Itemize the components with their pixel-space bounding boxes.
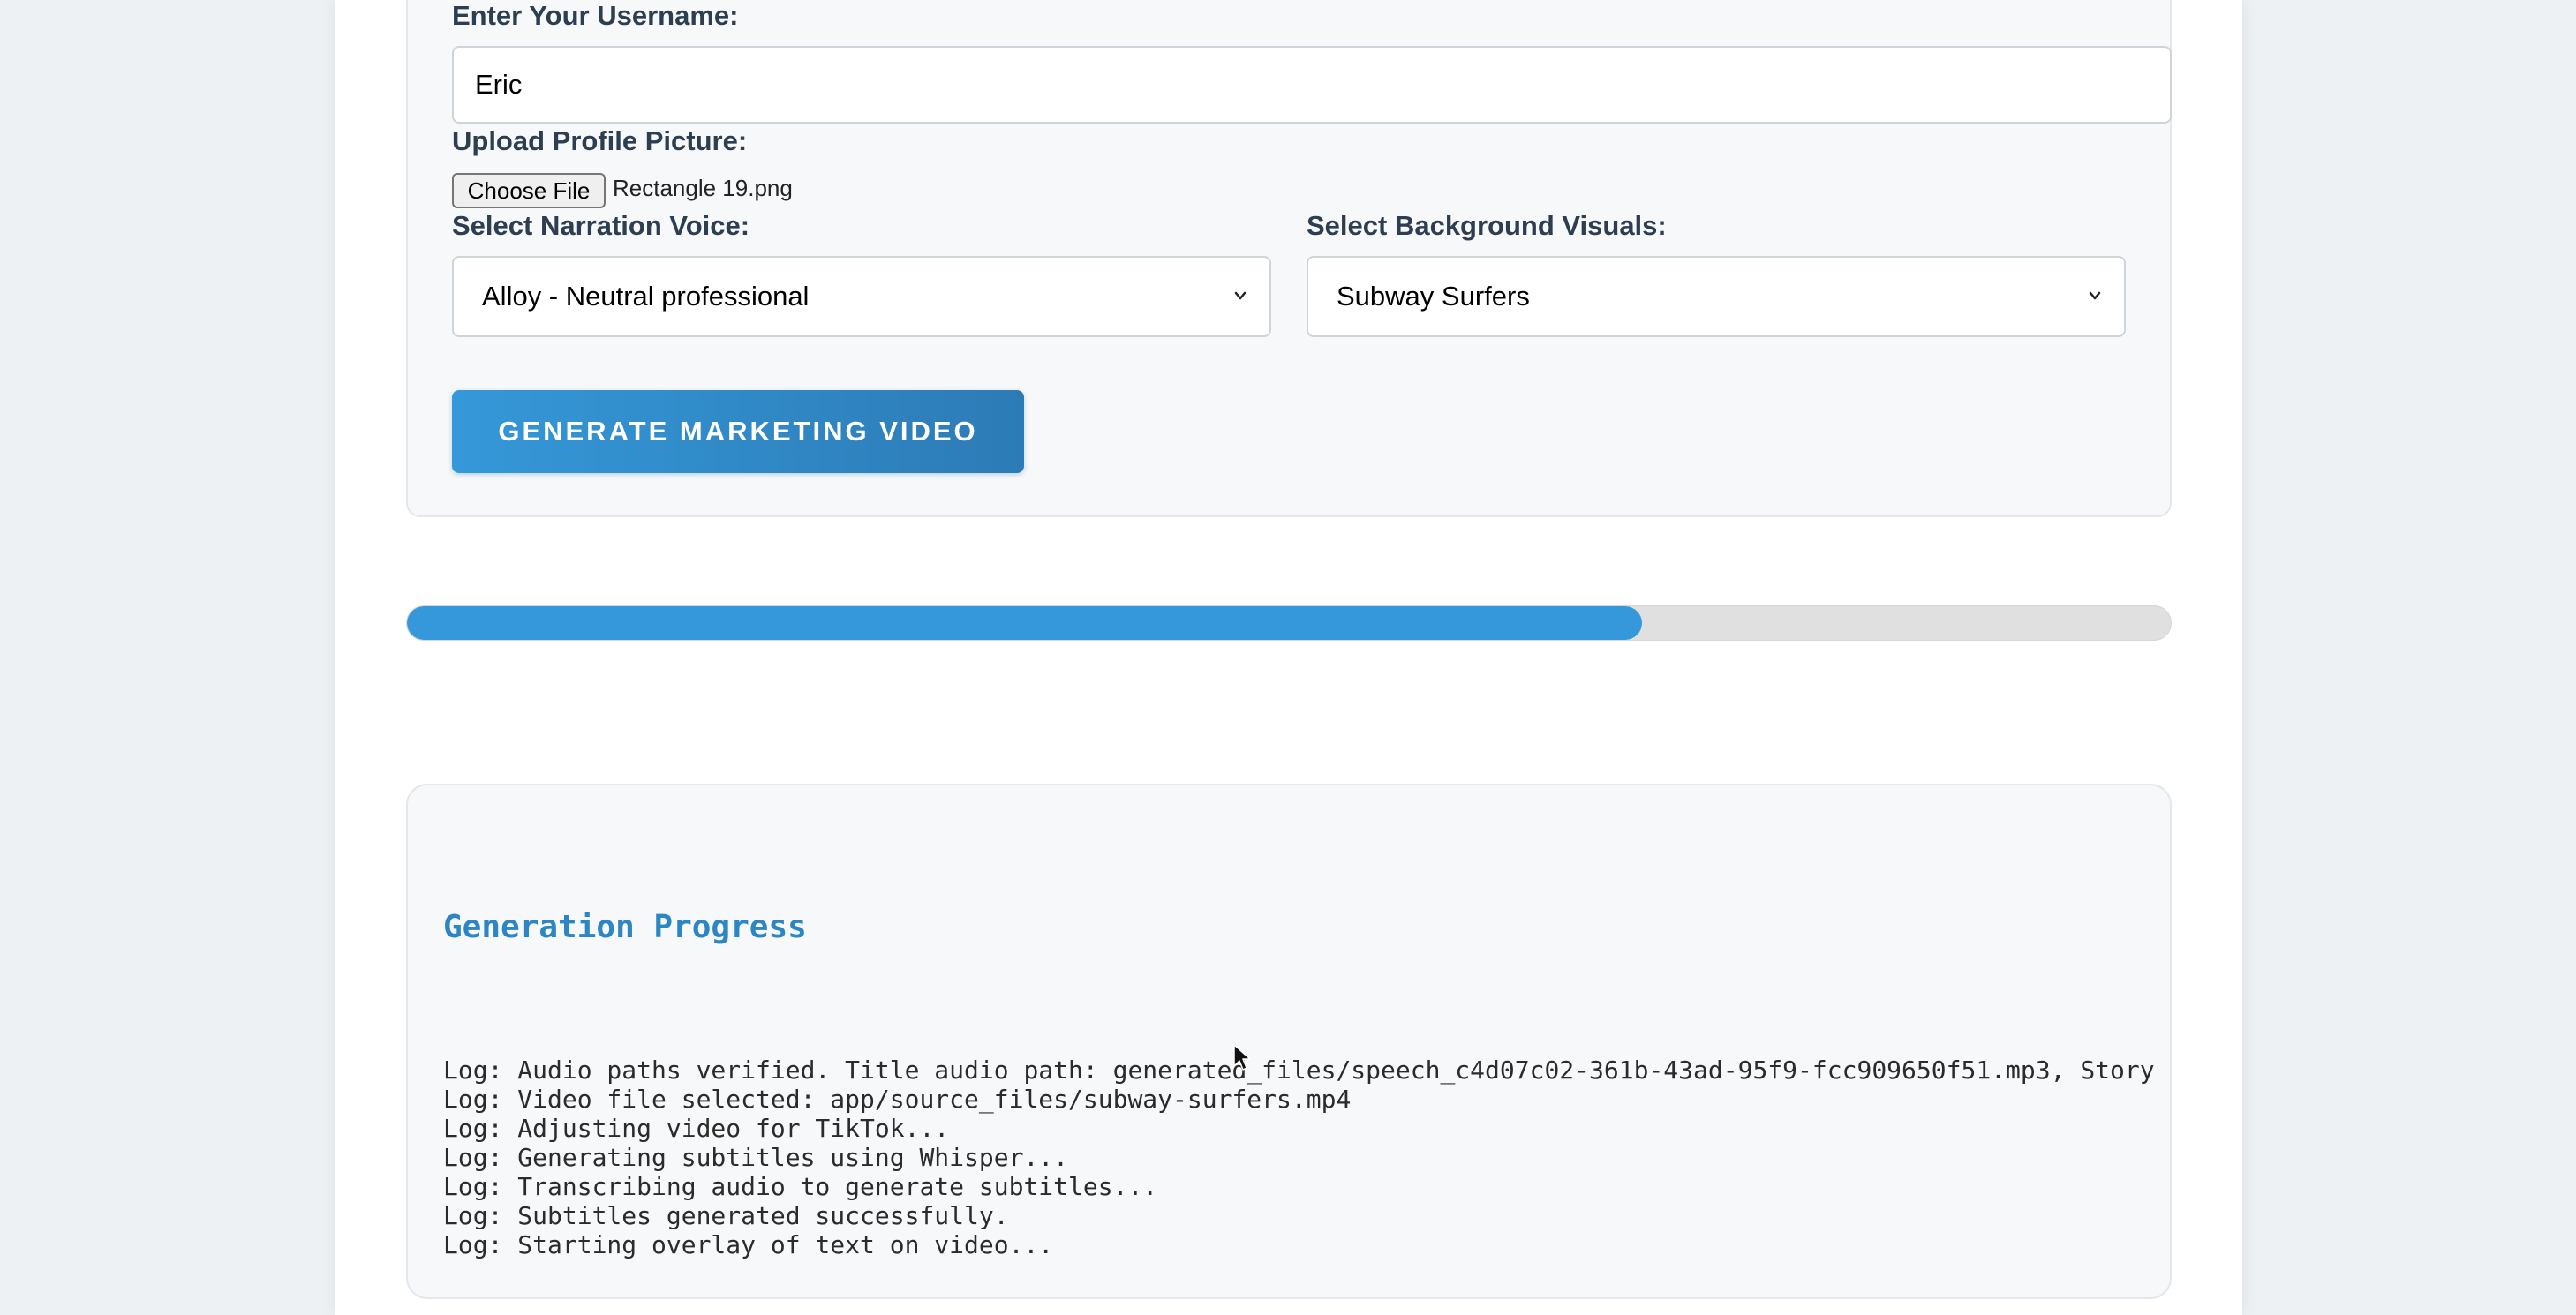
- log-line: Log: Audio paths verified. Title audio p…: [443, 1056, 2155, 1085]
- log-line: Log: Transcribing audio to generate subt…: [443, 1172, 1158, 1201]
- mouse-cursor-icon: [1233, 1044, 1251, 1071]
- choose-file-button[interactable]: Choose File: [452, 173, 606, 208]
- chevron-down-icon: [1234, 291, 1247, 300]
- upload-label: Upload Profile Picture:: [452, 125, 748, 156]
- chevron-down-icon: [2089, 291, 2101, 300]
- visuals-select[interactable]: Subway Surfers: [1307, 256, 2126, 337]
- log-title: Generation Progress: [443, 909, 807, 945]
- selected-file-name: Rectangle 19.png: [613, 175, 793, 201]
- generate-video-button[interactable]: GENERATE MARKETING VIDEO: [452, 390, 1024, 473]
- voice-select-value: Alloy - Neutral professional: [482, 281, 810, 312]
- progress-bar-fill: [407, 606, 1642, 640]
- voice-label: Select Narration Voice:: [452, 210, 750, 241]
- voice-select[interactable]: Alloy - Neutral professional: [452, 256, 1271, 337]
- visuals-select-value: Subway Surfers: [1337, 281, 1530, 312]
- log-line: Log: Generating subtitles using Whisper.…: [443, 1143, 1069, 1172]
- log-line: Log: Subtitles generated successfully.: [443, 1201, 1009, 1230]
- visuals-label: Select Background Visuals:: [1307, 210, 1667, 241]
- username-input[interactable]: [452, 46, 2172, 124]
- progress-bar: [406, 605, 2172, 641]
- log-line: Log: Adjusting video for TikTok...: [443, 1114, 950, 1143]
- username-label: Enter Your Username:: [452, 0, 739, 31]
- log-line: Log: Starting overlay of text on video..…: [443, 1230, 1054, 1259]
- generation-log-panel: Generation Progress Log: Audio paths ver…: [406, 784, 2172, 1299]
- log-list: Log: Audio paths verified. Title audio p…: [443, 1056, 2155, 1259]
- log-line: Log: Video file selected: app/source_fil…: [443, 1085, 1352, 1114]
